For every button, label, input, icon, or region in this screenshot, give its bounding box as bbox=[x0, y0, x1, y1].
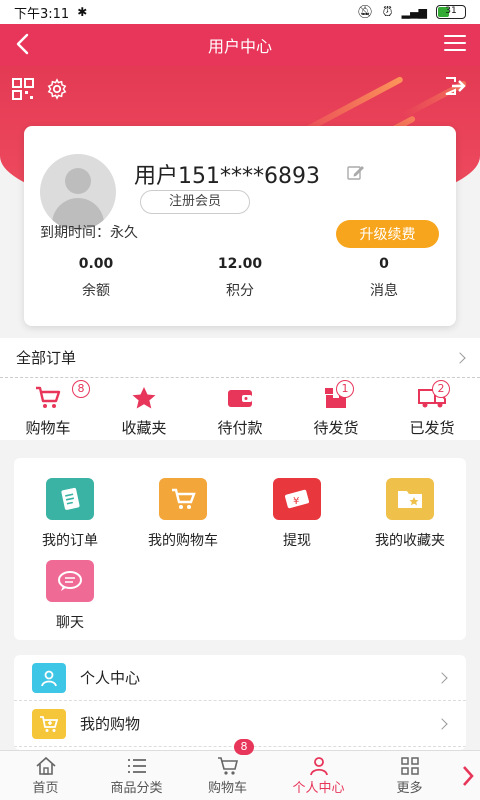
settings-gear-icon[interactable] bbox=[46, 78, 68, 100]
user-icon bbox=[309, 757, 328, 776]
profile-card: 用户151****6893 注册会员 到期时间：永久 升级续费 0.00 余额 … bbox=[24, 126, 456, 326]
stat-value: 12.00 bbox=[217, 256, 263, 272]
folder-star-icon bbox=[386, 478, 434, 520]
to-ship-count-badge: 1 bbox=[336, 380, 354, 398]
stat-value: 0 bbox=[379, 256, 389, 272]
alarm-icon: ⏰︎ bbox=[382, 4, 393, 20]
tab-categories[interactable]: 商品分类 bbox=[91, 751, 182, 800]
order-status-cart[interactable]: 8 购物车 bbox=[0, 378, 96, 440]
status-bar: 下午3:11 ✱ 🔕︎ ⏰︎ ▂▄▆ 31 bbox=[0, 0, 480, 24]
grid-item-label: 我的收藏夹 bbox=[375, 533, 445, 549]
stat-points[interactable]: 12.00 积分 bbox=[168, 256, 312, 300]
grid-item-label: 聊天 bbox=[56, 615, 84, 631]
stat-value: 0.00 bbox=[78, 256, 114, 272]
function-grid: 我的订单 我的购物车 ¥ 提现 我的收藏夹 聊天 bbox=[14, 458, 466, 640]
app-header: 用户中心 bbox=[0, 24, 480, 66]
stat-messages[interactable]: 0 消息 bbox=[312, 256, 456, 300]
battery-level: 31 bbox=[445, 6, 457, 16]
list-icon bbox=[127, 759, 146, 773]
grid-item-chat[interactable]: 聊天 bbox=[15, 560, 125, 632]
menu-list: 个人中心 我的购物 bbox=[14, 655, 466, 750]
grid-item-my-cart[interactable]: 我的购物车 bbox=[128, 478, 238, 550]
stats-row: 0.00 余额 12.00 积分 0 消息 bbox=[24, 256, 456, 300]
member-level-badge: 注册会员 bbox=[140, 190, 250, 214]
home-icon bbox=[35, 756, 56, 775]
back-icon[interactable] bbox=[12, 32, 36, 56]
order-status-label: 已发货 bbox=[409, 419, 455, 437]
chevron-right-icon bbox=[436, 717, 448, 730]
expire-text: 到期时间：永久 bbox=[40, 225, 138, 241]
tab-cart-badge: 8 bbox=[234, 739, 254, 755]
order-status-shipped[interactable]: 2 已发货 bbox=[384, 378, 480, 440]
cart-count-badge: 8 bbox=[72, 380, 90, 398]
stat-label: 积分 bbox=[226, 283, 254, 299]
tab-profile[interactable]: 个人中心 bbox=[273, 751, 364, 800]
order-status-pending-payment[interactable]: 待付款 bbox=[192, 378, 288, 440]
grid-item-withdraw[interactable]: ¥ 提现 bbox=[242, 478, 352, 550]
cart-icon bbox=[159, 478, 207, 520]
tab-scroll-right[interactable] bbox=[455, 751, 480, 800]
logout-icon[interactable] bbox=[444, 76, 466, 96]
order-status-to-ship[interactable]: 1 待发货 bbox=[288, 378, 384, 440]
cart-add-icon bbox=[32, 708, 66, 739]
cash-icon: ¥ bbox=[273, 478, 321, 520]
avatar[interactable] bbox=[40, 154, 116, 230]
cart-icon bbox=[36, 386, 61, 408]
signal-icon: ▂▄▆ bbox=[401, 5, 427, 19]
bottom-tab-bar: 首页 商品分类 8 购物车 个人中心 更多 bbox=[0, 739, 480, 800]
grid-icon bbox=[400, 757, 419, 775]
qrcode-icon[interactable] bbox=[12, 78, 34, 100]
order-status-bar: 8 购物车 收藏夹 待付款 1 待发货 2 已发货 bbox=[0, 378, 480, 440]
order-status-favorites[interactable]: 收藏夹 bbox=[96, 378, 192, 440]
chevron-right-icon bbox=[462, 765, 474, 786]
tab-label: 个人中心 bbox=[292, 781, 345, 796]
stat-label: 消息 bbox=[370, 283, 398, 299]
hero-tools bbox=[12, 78, 68, 100]
chevron-right-icon bbox=[436, 671, 448, 684]
tab-label: 购物车 bbox=[207, 781, 247, 796]
list-item-label: 个人中心 bbox=[80, 669, 141, 687]
tab-label: 首页 bbox=[32, 781, 59, 796]
chat-icon bbox=[46, 560, 94, 602]
mute-icon: 🔕︎ bbox=[356, 4, 374, 20]
grid-item-label: 我的订单 bbox=[42, 533, 98, 549]
status-time: 下午3:11 bbox=[14, 6, 70, 22]
stat-balance[interactable]: 0.00 余额 bbox=[24, 256, 168, 300]
tab-label: 更多 bbox=[396, 781, 423, 796]
order-list-icon bbox=[46, 478, 94, 520]
username: 用户151****6893 bbox=[134, 164, 320, 189]
stat-label: 余额 bbox=[82, 283, 110, 299]
list-item-label: 我的购物 bbox=[80, 715, 141, 733]
chevron-right-icon bbox=[454, 351, 466, 364]
shipped-count-badge: 2 bbox=[432, 380, 450, 398]
grid-item-label: 我的购物车 bbox=[148, 533, 218, 549]
user-icon bbox=[32, 662, 66, 693]
tab-label: 商品分类 bbox=[110, 781, 163, 796]
menu-icon[interactable] bbox=[444, 35, 466, 53]
list-item-personal-center[interactable]: 个人中心 bbox=[14, 655, 466, 701]
grid-item-my-favorites[interactable]: 我的收藏夹 bbox=[355, 478, 465, 550]
cart-icon bbox=[217, 757, 238, 775]
page-title: 用户中心 bbox=[207, 37, 272, 56]
grid-item-my-orders[interactable]: 我的订单 bbox=[15, 478, 125, 550]
svg-text:¥: ¥ bbox=[293, 496, 299, 507]
wallet-icon bbox=[228, 390, 252, 407]
tab-more[interactable]: 更多 bbox=[364, 751, 455, 800]
star-icon bbox=[132, 387, 156, 409]
order-status-label: 待付款 bbox=[217, 419, 263, 437]
order-status-label: 收藏夹 bbox=[121, 419, 167, 437]
tab-home[interactable]: 首页 bbox=[0, 751, 91, 800]
battery-icon: 31 bbox=[436, 5, 466, 19]
order-status-label: 购物车 bbox=[25, 419, 71, 437]
order-status-label: 待发货 bbox=[313, 419, 359, 437]
edit-icon[interactable] bbox=[347, 164, 365, 180]
grid-item-label: 提现 bbox=[283, 533, 311, 549]
all-orders-label: 全部订单 bbox=[16, 349, 77, 367]
tab-cart[interactable]: 8 购物车 bbox=[182, 739, 273, 800]
bluetooth-icon: ✱ bbox=[77, 5, 88, 19]
upgrade-button[interactable]: 升级续费 bbox=[336, 220, 439, 248]
all-orders-row[interactable]: 全部订单 bbox=[0, 338, 480, 378]
